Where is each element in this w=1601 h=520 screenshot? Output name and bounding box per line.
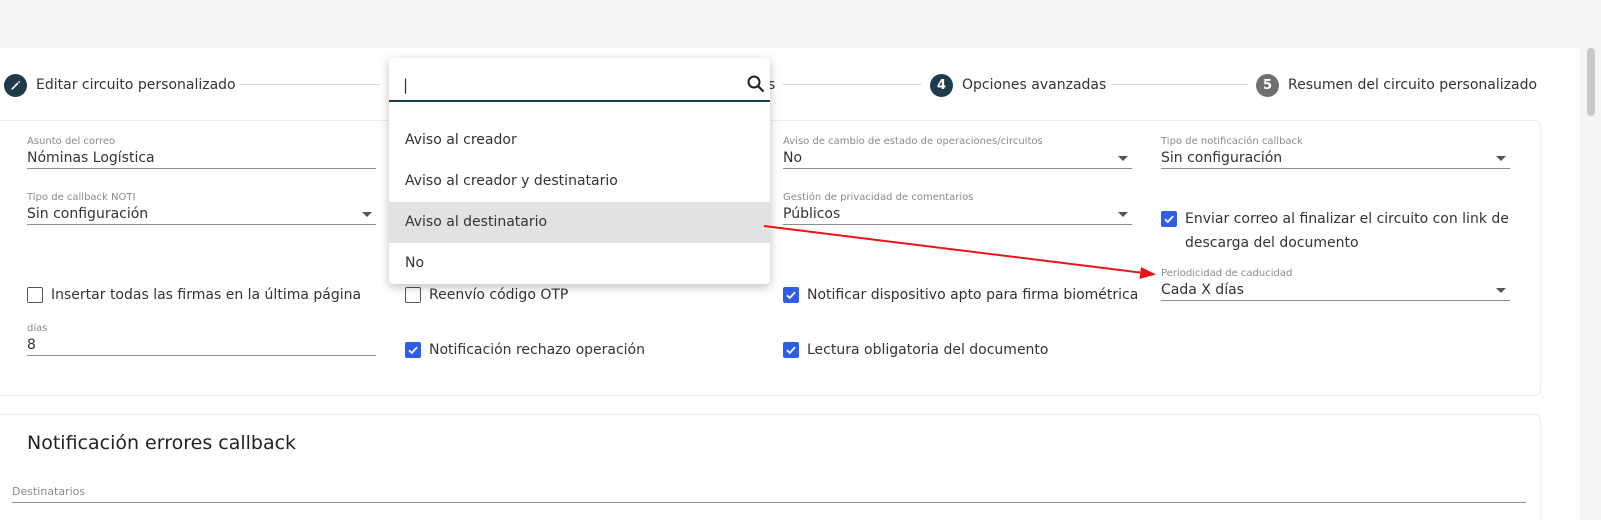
section-title: Notificación errores callback — [27, 432, 297, 454]
periodicidad-select[interactable]: Periodicidad de caducidad Cada X días — [1161, 267, 1510, 301]
checkbox-checked[interactable] — [1161, 211, 1177, 227]
step-label: Resumen del circuito personalizado — [1288, 77, 1538, 93]
scrollbar[interactable] — [1587, 48, 1595, 116]
dropdown-option[interactable]: Aviso al creador — [389, 120, 770, 161]
step-resumen[interactable]: 5 Resumen del circuito personalizado — [1256, 73, 1537, 97]
step-opciones-avanzadas[interactable]: 4 Opciones avanzadas — [930, 73, 1106, 97]
asunto-input[interactable]: Nóminas Logística — [27, 148, 376, 169]
insertar-firmas-checkbox[interactable]: Insertar todas las firmas en la última p… — [27, 287, 361, 307]
checkbox-unchecked[interactable] — [27, 287, 43, 303]
step-connector — [782, 84, 922, 85]
checkbox-checked[interactable] — [783, 287, 799, 303]
destinatarios-label: Destinatarios — [12, 485, 86, 498]
caret-down-icon — [1496, 156, 1506, 161]
caret-down-icon — [1496, 288, 1506, 293]
dropdown-option[interactable]: Aviso al creador y destinatario — [389, 161, 770, 202]
tipo-notificacion-select[interactable]: Tipo de notificación callback Sin config… — [1161, 135, 1510, 169]
step-connector — [1111, 84, 1248, 85]
stepper: Editar circuito personalizado s 4 Opcion… — [0, 70, 1580, 100]
caret-down-icon — [362, 212, 372, 217]
enviar-correo-checkbox[interactable]: Enviar correo al finalizar el circuito c… — [1161, 211, 1521, 255]
caret-down-icon — [1118, 212, 1128, 217]
reenvio-otp-checkbox[interactable]: Reenvío código OTP — [405, 287, 568, 307]
checkbox-checked[interactable] — [783, 342, 799, 358]
step-label: Opciones avanzadas — [962, 77, 1107, 93]
dropdown-option-highlighted[interactable]: Aviso al destinatario — [389, 202, 770, 243]
privacidad-select[interactable]: Gestión de privacidad de comentarios Púb… — [783, 191, 1132, 225]
errors-card: Notificación errores callback Destinatar… — [0, 414, 1541, 520]
aviso-cambio-select[interactable]: Aviso de cambio de estado de operaciones… — [783, 135, 1132, 169]
search-icon[interactable] — [747, 75, 765, 93]
step-connector — [240, 84, 380, 85]
dropdown-search-input[interactable] — [403, 74, 723, 96]
dropdown-option[interactable]: No — [389, 243, 770, 284]
step-number: 4 — [930, 73, 953, 97]
lectura-obligatoria-checkbox[interactable]: Lectura obligatoria del documento — [783, 342, 1048, 362]
asunto-field[interactable]: Asunto del correo Nóminas Logística — [27, 135, 376, 169]
notificar-dispositivo-checkbox[interactable]: Notificar dispositivo apto para firma bi… — [783, 287, 1138, 307]
checkbox-checked[interactable] — [405, 342, 421, 358]
notificacion-rechazo-checkbox[interactable]: Notificación rechazo operación — [405, 342, 645, 362]
checkbox-unchecked[interactable] — [405, 287, 421, 303]
settings-card: Asunto del correo Nóminas Logística Avis… — [0, 120, 1541, 396]
dropdown-search — [389, 58, 770, 102]
step-editar[interactable]: Editar circuito personalizado — [4, 73, 236, 97]
dias-input[interactable]: 8 — [27, 335, 376, 356]
step-number: 5 — [1256, 73, 1279, 97]
caret-down-icon — [1118, 156, 1128, 161]
destinatarios-input[interactable] — [12, 502, 1526, 503]
tipo-callback-select[interactable]: Tipo de callback NOTI Sin configuración — [27, 191, 376, 225]
dias-field[interactable]: días 8 — [27, 322, 376, 356]
aviso-dropdown-panel: Aviso al creador Aviso al creador y dest… — [389, 58, 770, 284]
step-label: Editar circuito personalizado — [36, 77, 236, 93]
pencil-icon — [4, 73, 27, 97]
